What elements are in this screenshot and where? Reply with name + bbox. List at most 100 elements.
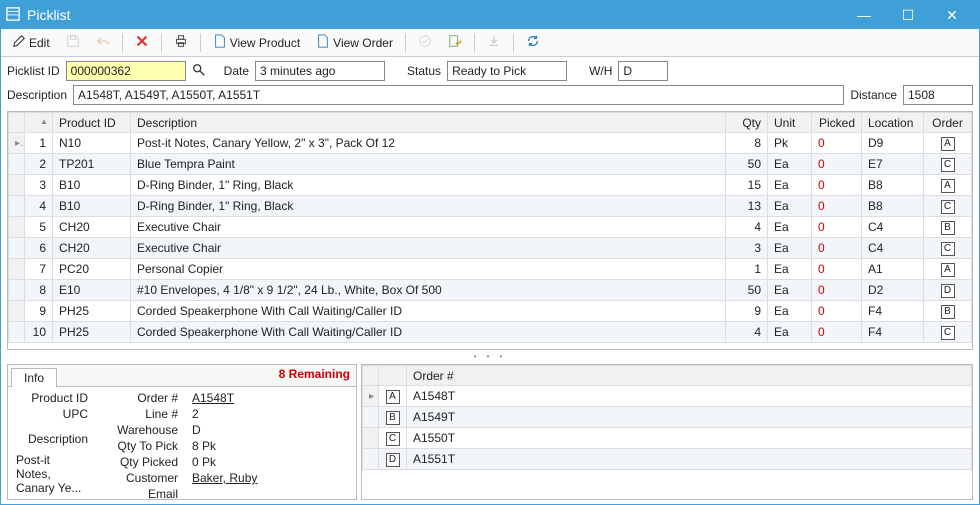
table-row[interactable]: 7PC20Personal Copier1Ea0A1A (9, 259, 972, 280)
refresh-button[interactable] (519, 31, 547, 54)
toolbar: Edit View Product View Order (1, 29, 979, 57)
orders-table[interactable]: Order # ▸AA1548TBA1549TCA1550TDA1551T (362, 365, 972, 470)
col-order[interactable]: Order (924, 113, 972, 133)
col-rowselector[interactable] (9, 113, 25, 133)
info-warehouse: D (192, 423, 257, 437)
row-indicator[interactable] (9, 259, 25, 280)
col-unit[interactable]: Unit (768, 113, 812, 133)
distance-input[interactable] (903, 85, 973, 105)
cell-picked: 0 (812, 238, 862, 259)
minimize-button[interactable]: — (842, 1, 886, 29)
cell-product-id: N10 (53, 133, 131, 154)
cell-order: C (924, 322, 972, 343)
cell-qty: 9 (726, 301, 768, 322)
row-indicator[interactable]: ▸ (363, 386, 379, 407)
window-title: Picklist (27, 7, 842, 23)
picklist-id-input[interactable] (66, 61, 186, 81)
orders-col-order[interactable]: Order # (407, 366, 972, 386)
orders-row[interactable]: ▸AA1548T (363, 386, 972, 407)
cell-product-id: B10 (53, 175, 131, 196)
remaining-label: 8 Remaining (279, 367, 350, 381)
undo-icon (96, 34, 110, 51)
date-input[interactable] (255, 61, 385, 81)
col-rownum[interactable]: ▲ (25, 113, 53, 133)
row-indicator[interactable] (9, 217, 25, 238)
info-qty-to-pick-label: Qty To Pick (102, 439, 178, 453)
picklist-table[interactable]: ▲ Product ID Description Qty Unit Picked… (8, 112, 972, 343)
description-input[interactable] (73, 85, 844, 105)
cell-order: B (924, 301, 972, 322)
close-button[interactable]: ✕ (930, 1, 974, 29)
cell-picked: 0 (812, 217, 862, 238)
col-description[interactable]: Description (131, 113, 726, 133)
orders-cell-order: A1550T (407, 428, 972, 449)
row-indicator[interactable] (9, 196, 25, 217)
cell-rownum: 10 (25, 322, 53, 343)
info-order-no[interactable]: A1548T (192, 391, 257, 405)
view-product-button[interactable]: View Product (206, 31, 307, 54)
table-row[interactable]: 9PH25Corded Speakerphone With Call Waiti… (9, 301, 972, 322)
edit-note-button[interactable] (441, 31, 469, 54)
view-order-button[interactable]: View Order (309, 31, 400, 54)
row-indicator[interactable] (9, 175, 25, 196)
tab-info[interactable]: Info (11, 368, 57, 387)
cell-description: Executive Chair (131, 217, 726, 238)
delete-button[interactable] (128, 31, 156, 54)
wh-input[interactable] (618, 61, 668, 81)
cell-location: E7 (862, 154, 924, 175)
row-indicator[interactable] (363, 449, 379, 470)
table-row[interactable]: 10PH25Corded Speakerphone With Call Wait… (9, 322, 972, 343)
table-row[interactable]: 2TP201Blue Tempra Paint50Ea0E7C (9, 154, 972, 175)
cell-product-id: PC20 (53, 259, 131, 280)
search-icon[interactable] (192, 63, 206, 80)
info-warehouse-label: Warehouse (102, 423, 178, 437)
orders-col-letter[interactable] (379, 366, 407, 386)
cell-unit: Ea (768, 259, 812, 280)
cell-rownum: 2 (25, 154, 53, 175)
cell-rownum: 1 (25, 133, 53, 154)
edit-button[interactable]: Edit (5, 31, 57, 54)
cell-unit: Ea (768, 238, 812, 259)
pencil-icon (12, 34, 26, 51)
orders-row[interactable]: BA1549T (363, 407, 972, 428)
orders-row[interactable]: DA1551T (363, 449, 972, 470)
orders-row[interactable]: CA1550T (363, 428, 972, 449)
col-qty[interactable]: Qty (726, 113, 768, 133)
horizontal-splitter[interactable]: • • • (1, 352, 979, 364)
col-product-id[interactable]: Product ID (53, 113, 131, 133)
row-indicator[interactable] (363, 428, 379, 449)
view-order-label: View Order (333, 36, 393, 50)
status-input[interactable] (447, 61, 567, 81)
row-indicator[interactable] (9, 154, 25, 175)
info-customer[interactable]: Baker, Ruby (192, 471, 257, 485)
filter-row-2: Description Distance (1, 85, 979, 109)
row-indicator[interactable] (9, 322, 25, 343)
status-label: Status (407, 64, 441, 78)
row-indicator[interactable] (9, 238, 25, 259)
cell-unit: Ea (768, 175, 812, 196)
table-row[interactable]: 6CH20Executive Chair3Ea0C4C (9, 238, 972, 259)
cell-qty: 3 (726, 238, 768, 259)
orders-cell-letter: A (379, 386, 407, 407)
info-product-id-label: Product ID (16, 391, 88, 405)
table-row[interactable]: 4B10D-Ring Binder, 1" Ring, Black13Ea0B8… (9, 196, 972, 217)
table-row[interactable]: 8E10#10 Envelopes, 4 1/8" x 9 1/2", 24 L… (9, 280, 972, 301)
table-row[interactable]: 5CH20Executive Chair4Ea0C4B (9, 217, 972, 238)
print-button[interactable] (167, 31, 195, 54)
cell-description: D-Ring Binder, 1" Ring, Black (131, 196, 726, 217)
col-location[interactable]: Location (862, 113, 924, 133)
orders-rowselector[interactable] (363, 366, 379, 386)
order-badge: C (941, 242, 955, 256)
table-row[interactable]: ▸1N10Post-it Notes, Canary Yellow, 2" x … (9, 133, 972, 154)
row-indicator[interactable] (363, 407, 379, 428)
maximize-button[interactable]: ☐ (886, 1, 930, 29)
distance-label: Distance (850, 88, 897, 102)
cell-description: Executive Chair (131, 238, 726, 259)
table-row[interactable]: 3B10D-Ring Binder, 1" Ring, Black15Ea0B8… (9, 175, 972, 196)
row-indicator[interactable]: ▸ (9, 133, 25, 154)
col-picked[interactable]: Picked (812, 113, 862, 133)
row-indicator[interactable] (9, 301, 25, 322)
row-indicator[interactable] (9, 280, 25, 301)
cell-rownum: 9 (25, 301, 53, 322)
cell-location: D2 (862, 280, 924, 301)
